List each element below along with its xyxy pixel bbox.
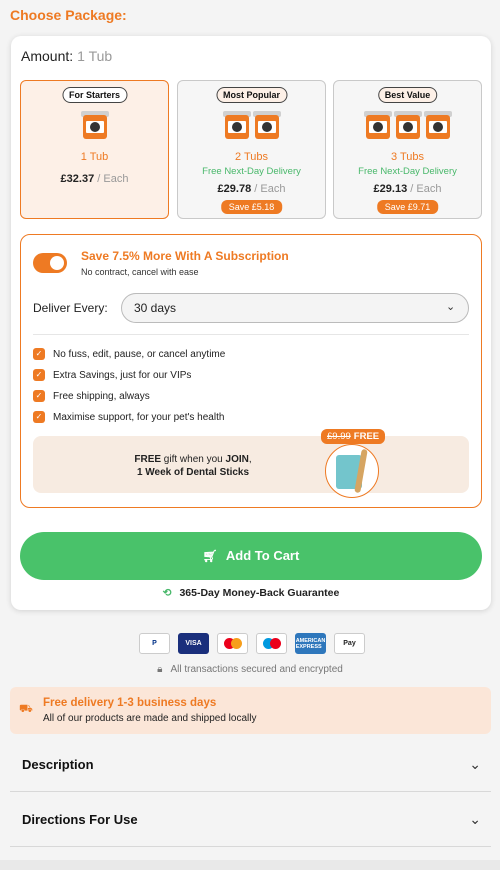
package-price: £29.13 / Each <box>373 183 442 195</box>
package-delivery: Free Next-Day Delivery <box>358 166 457 177</box>
handshake-icon: ⟲ <box>162 587 172 599</box>
paypal-icon: P <box>139 633 170 654</box>
package-badge: Best Value <box>377 87 438 103</box>
apple-pay-icon: Pay <box>334 633 365 654</box>
dental-sticks-image <box>325 444 379 498</box>
visa-icon: VISA <box>178 633 209 654</box>
delivery-title: Free delivery 1-3 business days <box>43 697 217 709</box>
check-icon: ✓ <box>33 411 45 423</box>
package-price: £29.78 / Each <box>217 183 286 195</box>
amount-value: 1 Tub <box>77 48 113 64</box>
package-delivery: Free Next-Day Delivery <box>202 166 301 177</box>
secure-note: 🔒︎ All transactions secured and encrypted <box>157 664 343 675</box>
accordion-title: Description <box>22 757 94 772</box>
check-icon: ✓ <box>33 348 45 360</box>
deliver-every-label: Deliver Every: <box>33 301 108 315</box>
package-option-2[interactable]: Most Popular 2 Tubs Free Next-Day Delive… <box>177 80 326 219</box>
chevron-down-icon: ⌄ <box>469 811 481 827</box>
feature-item: ✓ Maximise support, for your pet's health <box>33 411 224 423</box>
gift-text: FREE gift when you JOIN, 1 Week of Denta… <box>134 454 252 478</box>
lock-icon: 🔒︎ <box>157 664 163 675</box>
package-badge: Most Popular <box>215 87 288 103</box>
check-icon: ✓ <box>33 390 45 402</box>
footer-strip <box>0 860 500 870</box>
tub-image <box>80 109 109 141</box>
choose-package-heading: Choose Package: <box>10 7 127 23</box>
package-card: Amount: 1 Tub For Starters 1 Tub £32.37 /… <box>11 36 491 610</box>
package-option-1[interactable]: For Starters 1 Tub £32.37 / Each <box>20 80 169 219</box>
package-qty: 1 Tub <box>80 151 109 163</box>
feature-item: ✓ No fuss, edit, pause, or cancel anytime <box>33 348 225 360</box>
subscription-note: No contract, cancel with ease <box>81 267 199 277</box>
delivery-note: All of our products are made and shipped… <box>43 713 257 724</box>
package-option-3[interactable]: Best Value 3 Tubs Free Next-Day Delivery… <box>333 80 482 219</box>
save-badge: Save £9.71 <box>376 200 439 214</box>
money-back-guarantee: ⟲ 365-Day Money-Back Guarantee <box>162 587 340 599</box>
tub-image <box>222 109 281 141</box>
amex-icon: AMERICAN EXPRESS <box>295 633 326 654</box>
add-to-cart-button[interactable]: 🛒︎ Add To Cart <box>20 532 482 580</box>
cart-icon: 🛒︎ <box>202 549 218 563</box>
accordion-directions[interactable]: Directions For Use ⌄ <box>10 795 491 847</box>
divider <box>33 334 469 335</box>
subscription-box: Save 7.5% More With A Subscription No co… <box>20 234 482 508</box>
subscription-title: Save 7.5% More With A Subscription <box>81 249 289 263</box>
accordion-description[interactable]: Description ⌄ <box>10 740 491 792</box>
deliver-every-select[interactable]: 30 days ⌄ <box>121 293 469 323</box>
save-badge: Save £5.18 <box>220 200 283 214</box>
truck-icon: ⛟ <box>19 703 33 715</box>
deliver-every-value: 30 days <box>134 301 177 315</box>
package-qty: 2 Tubs <box>234 151 269 163</box>
delivery-banner: ⛟ Free delivery 1-3 business days All of… <box>10 687 491 734</box>
maestro-icon <box>256 633 287 654</box>
mastercard-icon <box>217 633 248 654</box>
chevron-down-icon: ⌄ <box>446 301 456 313</box>
amount-label: Amount: <box>21 48 74 64</box>
amount-row: Amount: 1 Tub <box>21 48 112 64</box>
gift-price-badge: £9.99 FREE <box>321 429 386 444</box>
subscription-toggle[interactable] <box>33 253 67 273</box>
chevron-down-icon: ⌄ <box>469 756 481 772</box>
feature-item: ✓ Free shipping, always <box>33 390 150 402</box>
tub-image <box>363 109 452 141</box>
check-icon: ✓ <box>33 369 45 381</box>
accordion-title: Directions For Use <box>22 812 138 827</box>
package-price: £32.37 / Each <box>60 173 129 185</box>
payment-methods: P VISA AMERICAN EXPRESS Pay <box>139 633 365 654</box>
package-badge: For Starters <box>61 87 128 103</box>
package-qty: 3 Tubs <box>390 151 425 163</box>
free-gift-banner: FREE gift when you JOIN, 1 Week of Denta… <box>33 429 469 498</box>
feature-item: ✓ Extra Savings, just for our VIPs <box>33 369 191 381</box>
